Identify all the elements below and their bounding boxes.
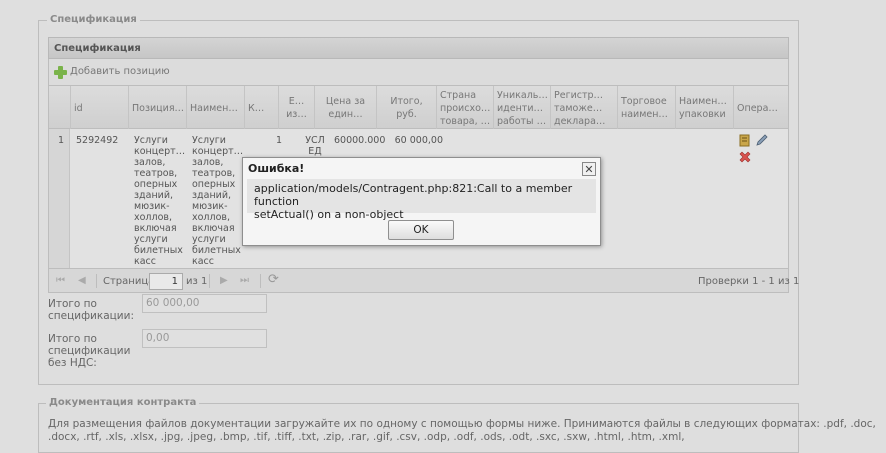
last-page-icon[interactable]: ⏭ [240,275,249,286]
pencil-icon[interactable] [755,133,769,147]
pager-divider [96,274,97,288]
col-header-qty[interactable]: К… [245,86,279,130]
col-header-price[interactable]: Цена за един… [315,86,377,130]
spec-legend: Спецификация [47,14,140,25]
col-header-id[interactable]: id [71,86,129,130]
col-header-total[interactable]: Итого, руб. [377,86,437,130]
row-name: Услуги концерт… залов, театров, оперных … [192,135,244,267]
spec-panel-title: Спецификация [48,37,789,59]
col-header-operations[interactable]: Опера… [734,86,790,130]
spec-grid-header: id Позиция… Наимен… К… Е… из… Цена за ед… [48,85,790,130]
refresh-icon[interactable]: ⟳ [268,272,279,287]
pager-divider [209,274,210,288]
row-unit: УСЛ ЕД [305,135,325,157]
col-header-unit[interactable]: Е… из… [279,86,315,130]
page-number-input[interactable]: 1 [149,273,183,290]
first-page-icon[interactable]: ⏮ [56,275,65,286]
row-number: 1 [58,135,65,146]
row-price: 60000.000 [334,135,386,146]
col-header-rownum [49,86,71,130]
col-header-customs-decl[interactable]: Регистр… таможе… деклара… [551,86,618,130]
page-of-label: из 1 [186,276,208,287]
ok-button[interactable]: OK [388,220,454,240]
delete-icon[interactable] [738,150,752,164]
col-header-trade-name[interactable]: Торговое наимен… [618,86,676,130]
total-field[interactable]: 60 000,00 [142,294,267,313]
row-qty: 1 [276,135,283,146]
row-id: 5292492 [76,135,119,146]
dialog-message: application/models/Contragent.php:821:Ca… [247,179,596,221]
col-header-unique-id[interactable]: Уникаль… иденти… работы … [494,86,551,130]
close-icon[interactable]: ✕ [582,162,596,176]
edit-details-icon[interactable] [738,134,752,148]
dialog-message-line1: application/models/Contragent.php:821:Ca… [254,182,573,208]
docs-legend: Документация контракта [46,397,200,408]
total-label: Итого по спецификации: [48,298,134,322]
pager-divider [260,274,261,288]
row-position: Услуги концерт… залов, театров, оперных … [134,135,186,267]
docs-instructions-line1: Для размещения файлов документации загру… [48,418,876,430]
prev-page-icon[interactable]: ◀ [78,275,86,286]
col-header-package[interactable]: Наимен… упаковки [676,86,734,130]
rownum-column [49,129,70,268]
dialog-title: Ошибка! [248,162,305,175]
error-dialog: Ошибка! ✕ application/models/Contragent.… [242,157,601,246]
col-header-position[interactable]: Позиция… [129,86,187,130]
col-header-country[interactable]: Страна происхо… товара, … [437,86,494,130]
col-header-name[interactable]: Наимен… [187,86,245,130]
total-no-vat-label: Итого по спецификации без НДС: [48,333,131,369]
pager-summary: Проверки 1 - 1 из 1 [698,276,800,287]
page-label: Страница [103,276,155,287]
next-page-icon[interactable]: ▶ [220,275,228,286]
total-no-vat-field[interactable]: 0,00 [142,329,267,348]
add-position-icon[interactable] [54,66,67,79]
add-position-button[interactable]: Добавить позицию [70,66,170,77]
row-total: 60 000,00 [394,135,443,146]
docs-instructions-line2: .docx, .rtf, .xls, .xlsx, .jpg, .jpeg, .… [48,431,685,443]
